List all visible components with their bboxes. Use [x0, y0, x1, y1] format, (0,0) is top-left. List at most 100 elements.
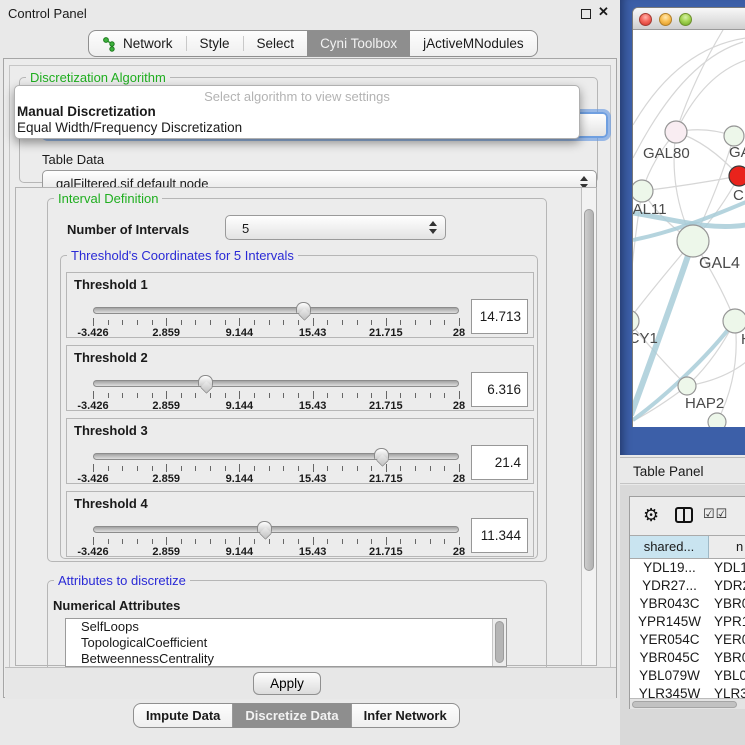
network-window[interactable]: GAL80GACGAL11GAL4GCY1HHAP2 [632, 7, 745, 427]
slider-thumb[interactable] [374, 448, 389, 459]
algorithm-settings-scrollpane: Interval Definition Number of Intervals … [15, 187, 597, 666]
svg-text:GA: GA [729, 144, 745, 161]
slider-track[interactable] [93, 307, 459, 314]
threshold-slider[interactable]: -3.4262.8599.14415.4321.71528 [93, 447, 459, 483]
control-panel: Control Panel ✕ Network Style Select Cyn… [0, 0, 620, 745]
close-icon[interactable]: ✕ [598, 4, 609, 20]
threshold-row: Threshold 1 -3.4262.8599.14415.4321.7152… [66, 272, 534, 338]
slider-thumb[interactable] [198, 375, 213, 386]
table-row[interactable]: YBR043CYBR0 [630, 595, 745, 613]
slider-ticks [93, 537, 459, 546]
slider-track[interactable] [93, 453, 459, 460]
threshold-label: Threshold 1 [74, 277, 148, 292]
zoom-traffic-light-icon[interactable] [679, 13, 692, 26]
threshold-value-field[interactable]: 11.344 [471, 518, 528, 553]
group-title: Discretization Algorithm [26, 70, 170, 85]
control-panel-titlebar: Control Panel ✕ [0, 0, 620, 26]
dropdown-option-equal-width-frequency[interactable]: Equal Width/Frequency Discretization [15, 120, 579, 136]
columns-icon[interactable] [675, 507, 693, 523]
slider-tick-labels: -3.4262.8599.14415.4321.71528 [93, 400, 459, 412]
tab-infer-network[interactable]: Infer Network [352, 704, 459, 727]
network-icon [102, 35, 117, 52]
dropdown-option-manual-discretization[interactable]: Manual Discretization [15, 104, 579, 120]
table-panel-title: Table Panel [633, 464, 704, 479]
close-traffic-light-icon[interactable] [639, 13, 652, 26]
num-intervals-spinner[interactable]: 5 [225, 215, 446, 240]
algorithm-dropdown-popup: Select algorithm to view settings Manual… [14, 85, 580, 139]
table-rows: YDL19...YDL1YDR27...YDR2YBR043CYBR0YPR14… [630, 559, 745, 698]
numerical-attributes-label: Numerical Attributes [53, 598, 180, 613]
threshold-value-field[interactable]: 14.713 [471, 299, 528, 334]
slider-track[interactable] [93, 526, 459, 533]
spinner-value: 5 [242, 221, 249, 236]
svg-text:H: H [741, 331, 745, 348]
attribute-list-item[interactable]: BetweennessCentrality [66, 651, 506, 667]
slider-track[interactable] [93, 380, 459, 387]
slider-thumb[interactable] [296, 302, 311, 313]
column-header-shared-name[interactable]: shared... [630, 536, 709, 558]
slider-ticks [93, 318, 459, 327]
threshold-slider[interactable]: -3.4262.8599.14415.4321.71528 [93, 520, 459, 556]
threshold-slider[interactable]: -3.4262.8599.14415.4321.71528 [93, 374, 459, 410]
threshold-value-field[interactable]: 6.316 [471, 372, 528, 407]
group-title: Interval Definition [54, 191, 162, 206]
threshold-row: Threshold 2 -3.4262.8599.14415.4321.7152… [66, 345, 534, 411]
horizontal-scrollbar[interactable] [630, 698, 745, 709]
table-row[interactable]: YBR045CYBR0 [630, 649, 745, 667]
select-columns-icons[interactable]: ☑☑ [703, 506, 728, 522]
bottom-tab-bar: Impute Data Discretize Data Infer Networ… [133, 703, 460, 728]
svg-text:GAL11: GAL11 [633, 201, 667, 218]
table-row[interactable]: YDR27...YDR2 [630, 577, 745, 595]
network-canvas[interactable]: GAL80GACGAL11GAL4GCY1HHAP2 [633, 30, 745, 427]
slider-thumb[interactable] [257, 521, 272, 532]
minimize-traffic-light-icon[interactable] [659, 13, 672, 26]
tab-jactivemnodules[interactable]: jActiveMNodules [410, 31, 537, 56]
thresholds-group: Threshold's Coordinates for 5 Intervals … [60, 255, 538, 559]
tab-cyni-toolbox[interactable]: Cyni Toolbox [307, 31, 410, 56]
float-window-icon[interactable] [581, 9, 591, 19]
attribute-list-item[interactable]: SelfLoops [66, 619, 506, 635]
apply-bar: Apply [5, 667, 616, 699]
right-panel: GAL80GACGAL11GAL4GCY1HHAP2 Table Panel ⚙… [620, 0, 745, 745]
checkbox-icon: ☑ [716, 506, 729, 521]
interval-definition-group: Interval Definition Number of Intervals … [47, 198, 547, 562]
svg-text:GAL4: GAL4 [699, 255, 740, 272]
threshold-value-field[interactable]: 21.4 [471, 445, 528, 480]
settings-scrollbar[interactable] [581, 188, 596, 665]
scrollbar-thumb[interactable] [584, 209, 594, 571]
attribute-list-item[interactable]: TopologicalCoefficient [66, 635, 506, 651]
dropdown-placeholder: Select algorithm to view settings [15, 89, 579, 104]
table-row[interactable]: YLR345WYLR3 [630, 685, 745, 698]
slider-tick-labels: -3.4262.8599.14415.4321.71528 [93, 327, 459, 339]
column-header-name[interactable]: n [709, 536, 745, 558]
top-tab-bar: Network Style Select Cyni Toolbox jActiv… [88, 30, 538, 57]
tab-discretize-data[interactable]: Discretize Data [233, 704, 350, 727]
gear-icon[interactable]: ⚙ [643, 505, 659, 526]
number-of-intervals-label: Number of Intervals [67, 222, 189, 237]
threshold-slider[interactable]: -3.4262.8599.14415.4321.71528 [93, 301, 459, 337]
list-scrollbar[interactable] [492, 619, 506, 666]
table-panel-titlebar: Table Panel [620, 457, 745, 484]
group-title: Attributes to discretize [54, 573, 190, 588]
attributes-to-discretize-group: Attributes to discretize Numerical Attri… [47, 580, 547, 668]
svg-text:GCY1: GCY1 [633, 330, 658, 347]
threshold-row: Threshold 3 -3.4262.8599.14415.4321.7152… [66, 418, 534, 484]
table-row[interactable]: YER054CYER0 [630, 631, 745, 649]
numerical-attributes-list[interactable]: SelfLoopsTopologicalCoefficientBetweenne… [65, 618, 507, 667]
node-table-widget: ⚙ ☑☑ shared... n YDL19...YDL1YDR27...YDR… [629, 496, 745, 709]
scrollbar-thumb[interactable] [632, 701, 737, 708]
tab-select[interactable]: Select [244, 31, 308, 56]
tab-network[interactable]: Network [89, 31, 186, 56]
threshold-rows: Threshold 1 -3.4262.8599.14415.4321.7152… [61, 272, 537, 557]
tab-impute-data[interactable]: Impute Data [134, 704, 232, 727]
tab-label: Network [123, 36, 173, 51]
network-graph: GAL80GACGAL11GAL4GCY1HHAP2 [633, 30, 745, 427]
tab-style[interactable]: Style [187, 31, 243, 56]
table-row[interactable]: YPR145WYPR1 [630, 613, 745, 631]
group-title: Threshold's Coordinates for 5 Intervals [67, 248, 298, 263]
apply-button[interactable]: Apply [253, 672, 321, 695]
spinner-arrows-icon [429, 221, 437, 234]
slider-tick-labels: -3.4262.8599.14415.4321.71528 [93, 473, 459, 485]
table-row[interactable]: YBL079WYBL0 [630, 667, 745, 685]
table-row[interactable]: YDL19...YDL1 [630, 559, 745, 577]
